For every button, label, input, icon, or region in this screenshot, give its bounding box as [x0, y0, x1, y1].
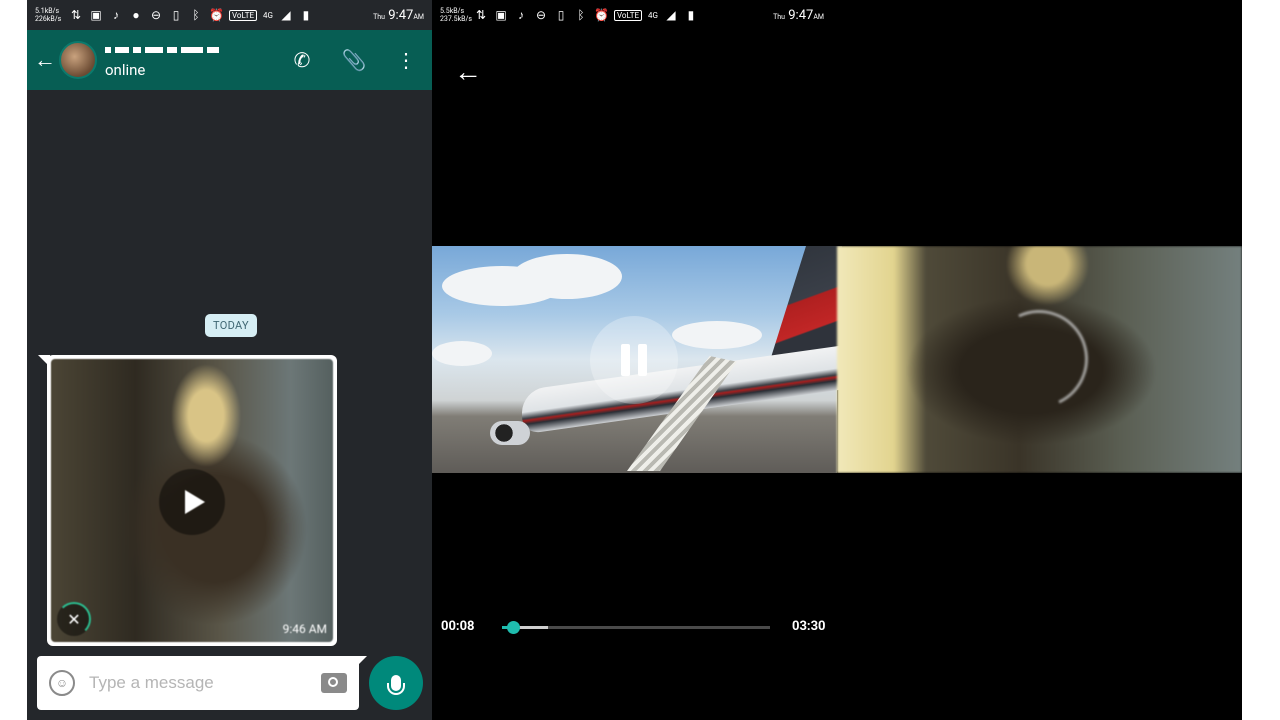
network-type: 4G: [648, 10, 658, 20]
screenshot-stage: 5.1kB/s 226kB/s ⇅ ▣ ♪ ● ⊖ ▯ ᛒ ⏰ VoLTE 4G…: [0, 0, 1280, 720]
data-transfer-icon: ⇅: [70, 8, 82, 22]
contact-info[interactable]: online: [105, 41, 276, 79]
more-vert-icon[interactable]: ⋮: [380, 48, 432, 72]
pause-icon: [621, 344, 630, 376]
do-not-disturb-icon: ⊖: [535, 8, 547, 22]
music-icon: ♪: [518, 8, 524, 22]
battery-icon: ▮: [687, 8, 695, 22]
chat-notification-icon: ▣: [90, 8, 102, 22]
rate-down: 226kB/s: [35, 15, 62, 23]
video-message-bubble[interactable]: ✕ 9:46 AM: [38, 355, 337, 646]
contact-status: online: [105, 61, 146, 79]
message-input[interactable]: [89, 673, 321, 693]
date-chip: TODAY: [205, 314, 257, 337]
seek-bar[interactable]: [502, 621, 770, 634]
camera-icon[interactable]: [321, 673, 347, 693]
seek-thumb[interactable]: [506, 621, 520, 634]
do-not-disturb-icon: ⊖: [150, 8, 162, 22]
chat-notification-icon: ▣: [495, 8, 507, 22]
duration: 03:30: [792, 619, 826, 634]
current-time: 00:08: [441, 619, 475, 634]
back-arrow-icon[interactable]: ←: [454, 58, 482, 86]
rate-down: 237.5kB/s: [440, 15, 472, 23]
video-scene-airplane: [432, 246, 842, 473]
signal-icon: ◢: [666, 8, 676, 22]
phone-icon[interactable]: ✆: [276, 48, 328, 72]
music-icon: ♪: [113, 8, 119, 22]
hangouts-icon: ●: [132, 8, 140, 22]
network-rate: 5.5kB/s 237.5kB/s: [440, 7, 472, 23]
emoji-icon[interactable]: ☺: [49, 670, 75, 696]
video-frame[interactable]: [432, 246, 1242, 473]
video-thumbnail[interactable]: ✕ 9:46 AM: [51, 359, 333, 642]
alarm-icon: ⏰: [209, 8, 224, 22]
battery-icon: ▮: [302, 8, 310, 22]
status-bar: 5.1kB/s 226kB/s ⇅ ▣ ♪ ● ⊖ ▯ ᛒ ⏰ VoLTE 4G…: [27, 0, 432, 30]
back-arrow-icon[interactable]: ←: [27, 47, 63, 73]
mic-button[interactable]: [369, 656, 423, 710]
vibrate-icon: ▯: [557, 8, 565, 22]
playback-controls: 00:08 03:30: [432, 612, 852, 642]
signal-icon: ◢: [281, 8, 291, 22]
data-transfer-icon: ⇅: [475, 8, 487, 22]
play-icon: [184, 490, 205, 514]
message-input-box: ☺: [37, 656, 367, 710]
loading-spinner: [976, 296, 1102, 422]
chat-screen: 5.1kB/s 226kB/s ⇅ ▣ ♪ ● ⊖ ▯ ᛒ ⏰ VoLTE 4G…: [27, 0, 432, 720]
contact-avatar[interactable]: [59, 41, 97, 79]
clock: Thu 9:47AM: [773, 7, 824, 23]
network-type: 4G: [263, 10, 273, 20]
volte-badge: VoLTE: [614, 9, 643, 21]
rate-up: 5.1kB/s: [35, 7, 60, 15]
clock: Thu 9:47AM: [373, 7, 424, 23]
chat-app-bar: ← online ✆ 📎 ⋮: [27, 30, 432, 90]
video-scene-blurred: [837, 246, 1242, 473]
volte-badge: VoLTE: [229, 9, 258, 21]
cancel-download-icon[interactable]: ✕: [57, 602, 91, 636]
vibrate-icon: ▯: [172, 8, 180, 22]
video-player-screen: 5.5kB/s 237.5kB/s ⇅ ▣ ♪ ⊖ ▯ ᛒ ⏰ VoLTE 4G…: [432, 0, 1242, 720]
pause-button[interactable]: [590, 316, 678, 404]
rate-up: 5.5kB/s: [440, 7, 465, 15]
message-composer: ☺: [27, 650, 432, 720]
contact-name-redacted: [105, 41, 276, 59]
bluetooth-icon: ᛒ: [192, 8, 200, 22]
status-bar: 5.5kB/s 237.5kB/s ⇅ ▣ ♪ ⊖ ▯ ᛒ ⏰ VoLTE 4G…: [432, 0, 832, 30]
network-rate: 5.1kB/s 226kB/s: [35, 7, 63, 23]
play-button[interactable]: [159, 469, 225, 535]
alarm-icon: ⏰: [594, 8, 609, 22]
chat-messages: TODAY ✕ 9:46 AM: [27, 90, 432, 650]
paperclip-icon[interactable]: 📎: [328, 48, 380, 72]
bluetooth-icon: ᛒ: [577, 8, 585, 22]
mic-icon: [387, 675, 405, 695]
message-time: 9:46 AM: [282, 622, 327, 636]
